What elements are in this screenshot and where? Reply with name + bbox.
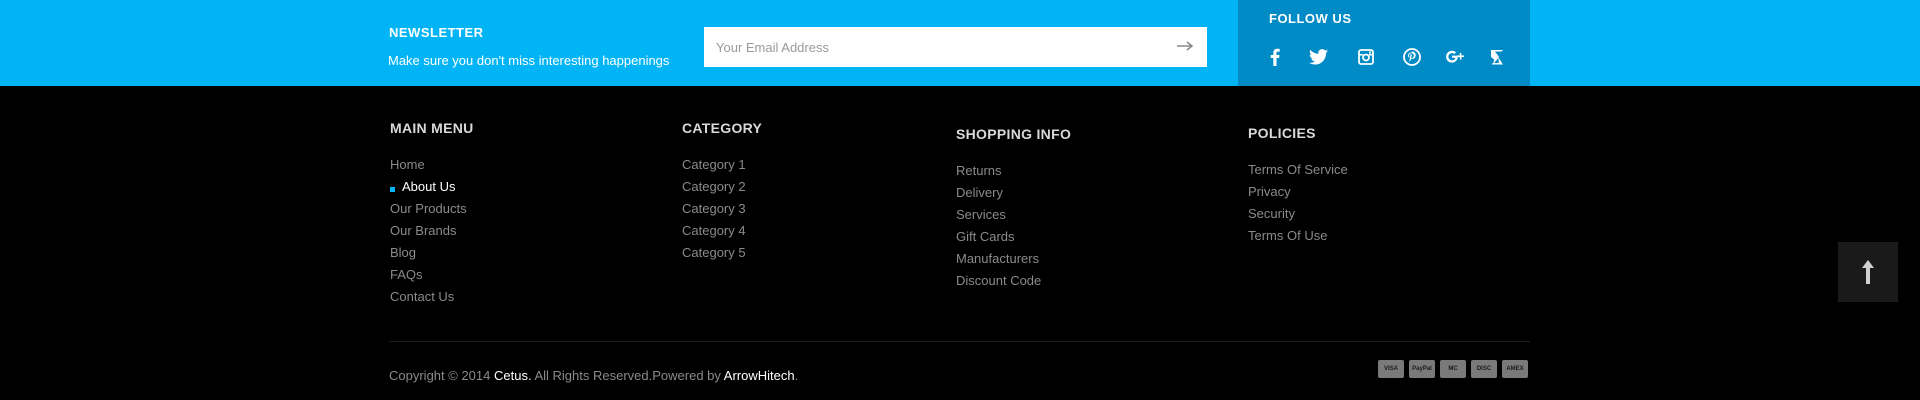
paypal-icon: PayPal bbox=[1409, 360, 1435, 378]
newsletter-strip: NEWSLETTER Make sure you don't miss inte… bbox=[0, 0, 1920, 86]
main-menu-item[interactable]: FAQs bbox=[390, 264, 474, 286]
instagram-link[interactable] bbox=[1355, 46, 1377, 68]
visa-icon: VISA bbox=[1378, 360, 1404, 378]
pinterest-icon bbox=[1403, 48, 1421, 66]
policies-item[interactable]: Terms Of Service bbox=[1248, 159, 1348, 181]
shopping-info-title: SHOPPING INFO bbox=[956, 126, 1072, 142]
mastercard-icon: MC bbox=[1440, 360, 1466, 378]
follow-us-title: FOLLOW US bbox=[1269, 11, 1352, 26]
main-menu-item[interactable]: Contact Us bbox=[390, 286, 474, 308]
policies-item[interactable]: Privacy bbox=[1248, 181, 1348, 203]
copyright-text: Copyright © 2014 Cetus. All Rights Reser… bbox=[389, 368, 798, 383]
shopping-info-item[interactable]: Services bbox=[956, 204, 1071, 226]
arrow-up-icon bbox=[1862, 260, 1874, 284]
shopping-info-item[interactable]: Returns bbox=[956, 160, 1071, 182]
subscribe-button[interactable] bbox=[1173, 36, 1197, 58]
main-menu-item[interactable]: Blog bbox=[390, 242, 474, 264]
category-list: Category 1 Category 2 Category 3 Categor… bbox=[682, 154, 762, 264]
shopping-info-item[interactable]: Discount Code bbox=[956, 270, 1071, 292]
email-input[interactable] bbox=[704, 27, 1154, 67]
category-item[interactable]: Category 3 bbox=[682, 198, 762, 220]
shopping-info-item[interactable]: Delivery bbox=[956, 182, 1071, 204]
category-item[interactable]: Category 1 bbox=[682, 154, 762, 176]
category-column: CATEGORY Category 1 Category 2 Category … bbox=[682, 120, 762, 264]
twitter-link[interactable] bbox=[1307, 46, 1329, 68]
newsletter-form bbox=[704, 27, 1207, 67]
policies-column: POLICIES Terms Of Service Privacy Securi… bbox=[1248, 125, 1348, 247]
newsletter-subtitle: Make sure you don't miss interesting hap… bbox=[388, 53, 670, 68]
policies-list: Terms Of Service Privacy Security Terms … bbox=[1248, 159, 1348, 247]
copyright-prefix: Copyright © 2014 bbox=[389, 368, 491, 383]
policies-item[interactable]: Security bbox=[1248, 203, 1348, 225]
newsletter-title: NEWSLETTER bbox=[389, 25, 484, 40]
main-menu-item[interactable]: Home bbox=[390, 154, 474, 176]
pinterest-link[interactable] bbox=[1401, 46, 1423, 68]
policies-title: POLICIES bbox=[1248, 125, 1316, 141]
google-plus-link[interactable] bbox=[1444, 46, 1466, 68]
amex-icon: AMEX bbox=[1502, 360, 1528, 378]
category-title: CATEGORY bbox=[682, 120, 763, 136]
discover-icon: DISC bbox=[1471, 360, 1497, 378]
category-item[interactable]: Category 2 bbox=[682, 176, 762, 198]
shopping-info-list: Returns Delivery Services Gift Cards Man… bbox=[956, 160, 1071, 292]
payment-methods: VISA PayPal MC DISC AMEX bbox=[1378, 360, 1528, 378]
follow-us-box: FOLLOW US bbox=[1238, 0, 1530, 86]
brand-link[interactable]: Cetus. bbox=[494, 368, 532, 383]
category-item[interactable]: Category 5 bbox=[682, 242, 762, 264]
footer-divider bbox=[389, 341, 1530, 342]
shopping-info-item[interactable]: Manufacturers bbox=[956, 248, 1071, 270]
shopping-info-column: SHOPPING INFO Returns Delivery Services … bbox=[956, 126, 1071, 292]
main-menu-column: MAIN MENU Home About Us Our Products Our… bbox=[390, 120, 474, 308]
main-menu-item[interactable]: Our Brands bbox=[390, 220, 474, 242]
copyright-suffix: . bbox=[794, 368, 799, 383]
shopping-info-item[interactable]: Gift Cards bbox=[956, 226, 1071, 248]
facebook-link[interactable] bbox=[1264, 46, 1286, 68]
main-menu-item[interactable]: Our Products bbox=[390, 198, 474, 220]
back-to-top-button[interactable] bbox=[1838, 242, 1898, 302]
powered-by-link[interactable]: ArrowHitech bbox=[724, 368, 795, 383]
main-menu-title: MAIN MENU bbox=[390, 120, 474, 136]
twitter-icon bbox=[1308, 49, 1328, 65]
delicious-icon bbox=[1491, 50, 1503, 65]
main-menu-item-active[interactable]: About Us bbox=[390, 176, 474, 198]
google-plus-icon bbox=[1446, 50, 1464, 63]
main-menu-list: Home About Us Our Products Our Brands Bl… bbox=[390, 154, 474, 308]
category-item[interactable]: Category 4 bbox=[682, 220, 762, 242]
arrow-right-icon bbox=[1177, 40, 1194, 51]
instagram-icon bbox=[1358, 49, 1374, 65]
copyright-middle: All Rights Reserved.Powered by bbox=[534, 368, 721, 383]
delicious-link[interactable] bbox=[1486, 46, 1508, 68]
policies-item[interactable]: Terms Of Use bbox=[1248, 225, 1348, 247]
facebook-icon bbox=[1270, 48, 1280, 66]
